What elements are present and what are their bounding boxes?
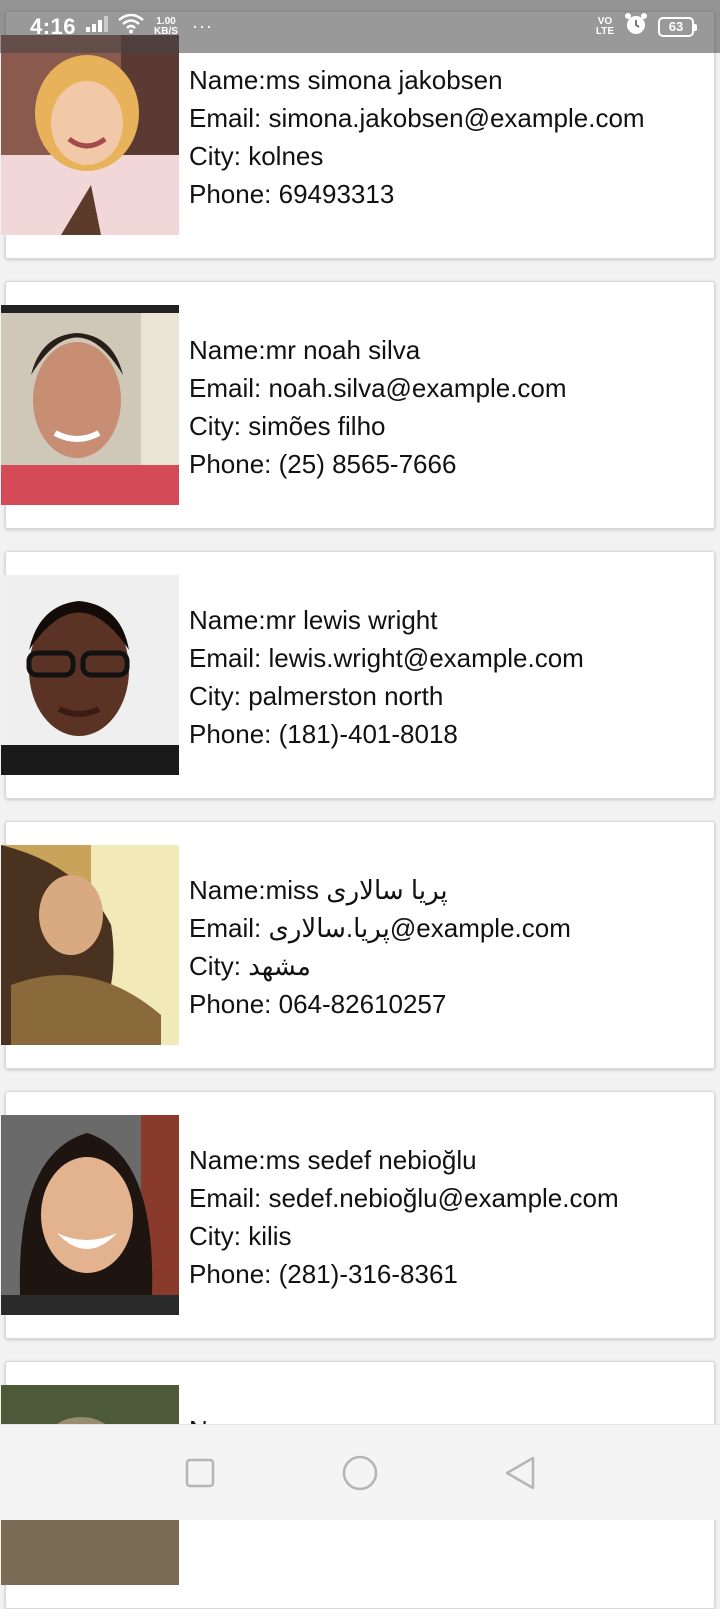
alarm-icon bbox=[624, 12, 648, 41]
contact-info: Name:ms sedef nebioğlu Email: sedef.nebi… bbox=[189, 1141, 619, 1293]
contact-card[interactable]: Name:mr noah silva Email: noah.silva@exa… bbox=[1, 281, 715, 529]
contact-email: Email: پریا.سالاری@example.com bbox=[189, 913, 571, 943]
contact-card[interactable]: Name:ms sedef nebioğlu Email: sedef.nebi… bbox=[1, 1091, 715, 1339]
contact-phone: Phone: (25) 8565-7666 bbox=[189, 449, 457, 479]
contact-city: City: kolnes bbox=[189, 141, 324, 171]
contact-info: Name:mr lewis wright Email: lewis.wright… bbox=[189, 601, 584, 753]
square-icon bbox=[185, 1458, 215, 1487]
battery-icon: 63 bbox=[658, 16, 697, 37]
contact-card[interactable]: Name:miss پریا سالاری Email: پریا.سالاری… bbox=[1, 821, 715, 1069]
contact-email: Email: lewis.wright@example.com bbox=[189, 643, 584, 673]
contact-phone: Phone: (181)-401-8018 bbox=[189, 719, 458, 749]
more-notifications-icon: ··· bbox=[191, 16, 213, 36]
contact-city: City: palmerston north bbox=[189, 681, 444, 711]
contact-card[interactable]: Name:mr lewis wright Email: lewis.wright… bbox=[1, 551, 715, 799]
wifi-icon bbox=[118, 13, 144, 39]
contact-name: Name:ms sedef nebioğlu bbox=[189, 1145, 477, 1175]
contact-info: Name:mr noah silva Email: noah.silva@exa… bbox=[189, 331, 567, 483]
volte-icon: VO LTE bbox=[595, 15, 614, 37]
contact-name: Name:mr lewis wright bbox=[189, 605, 438, 635]
contact-name: Name:ms simona jakobsen bbox=[189, 65, 503, 95]
back-triangle-icon bbox=[505, 1456, 535, 1489]
contact-city: City: simões filho bbox=[189, 411, 386, 441]
circle-icon bbox=[342, 1455, 378, 1490]
contact-email: Email: sedef.nebioğlu@example.com bbox=[189, 1183, 619, 1213]
home-button[interactable] bbox=[330, 1443, 390, 1503]
status-bar: 4:16 1.00 KB/S ··· VO LTE 63 bbox=[0, 0, 720, 53]
contact-info: Name:miss پریا سالاری Email: پریا.سالاری… bbox=[189, 871, 571, 1023]
contact-city: City: kilis bbox=[189, 1221, 292, 1251]
contact-avatar bbox=[1, 35, 179, 235]
contact-name: Name:miss پریا سالاری bbox=[189, 875, 448, 905]
navigation-bar bbox=[0, 1424, 720, 1520]
recent-apps-button[interactable] bbox=[170, 1443, 230, 1503]
network-speed: 1.00 KB/S bbox=[154, 15, 178, 37]
status-time: 4:16 bbox=[30, 13, 77, 39]
contact-avatar bbox=[1, 305, 179, 505]
contact-phone: Phone: (281)-316-8361 bbox=[189, 1259, 458, 1289]
signal-icon bbox=[86, 16, 109, 37]
contact-city: City: مشهد bbox=[189, 951, 311, 981]
contact-avatar bbox=[1, 845, 179, 1045]
contact-avatar bbox=[1, 1115, 179, 1315]
contact-email: Email: simona.jakobsen@example.com bbox=[189, 103, 645, 133]
contact-avatar bbox=[1, 575, 179, 775]
contact-info: Name:ms simona jakobsen Email: simona.ja… bbox=[189, 61, 645, 213]
contact-name: Name:mr noah silva bbox=[189, 335, 421, 365]
back-button[interactable] bbox=[490, 1443, 550, 1503]
contact-phone: Phone: 69493313 bbox=[189, 179, 395, 209]
contact-phone: Phone: 064-82610257 bbox=[189, 989, 447, 1019]
contact-email: Email: noah.silva@example.com bbox=[189, 373, 567, 403]
